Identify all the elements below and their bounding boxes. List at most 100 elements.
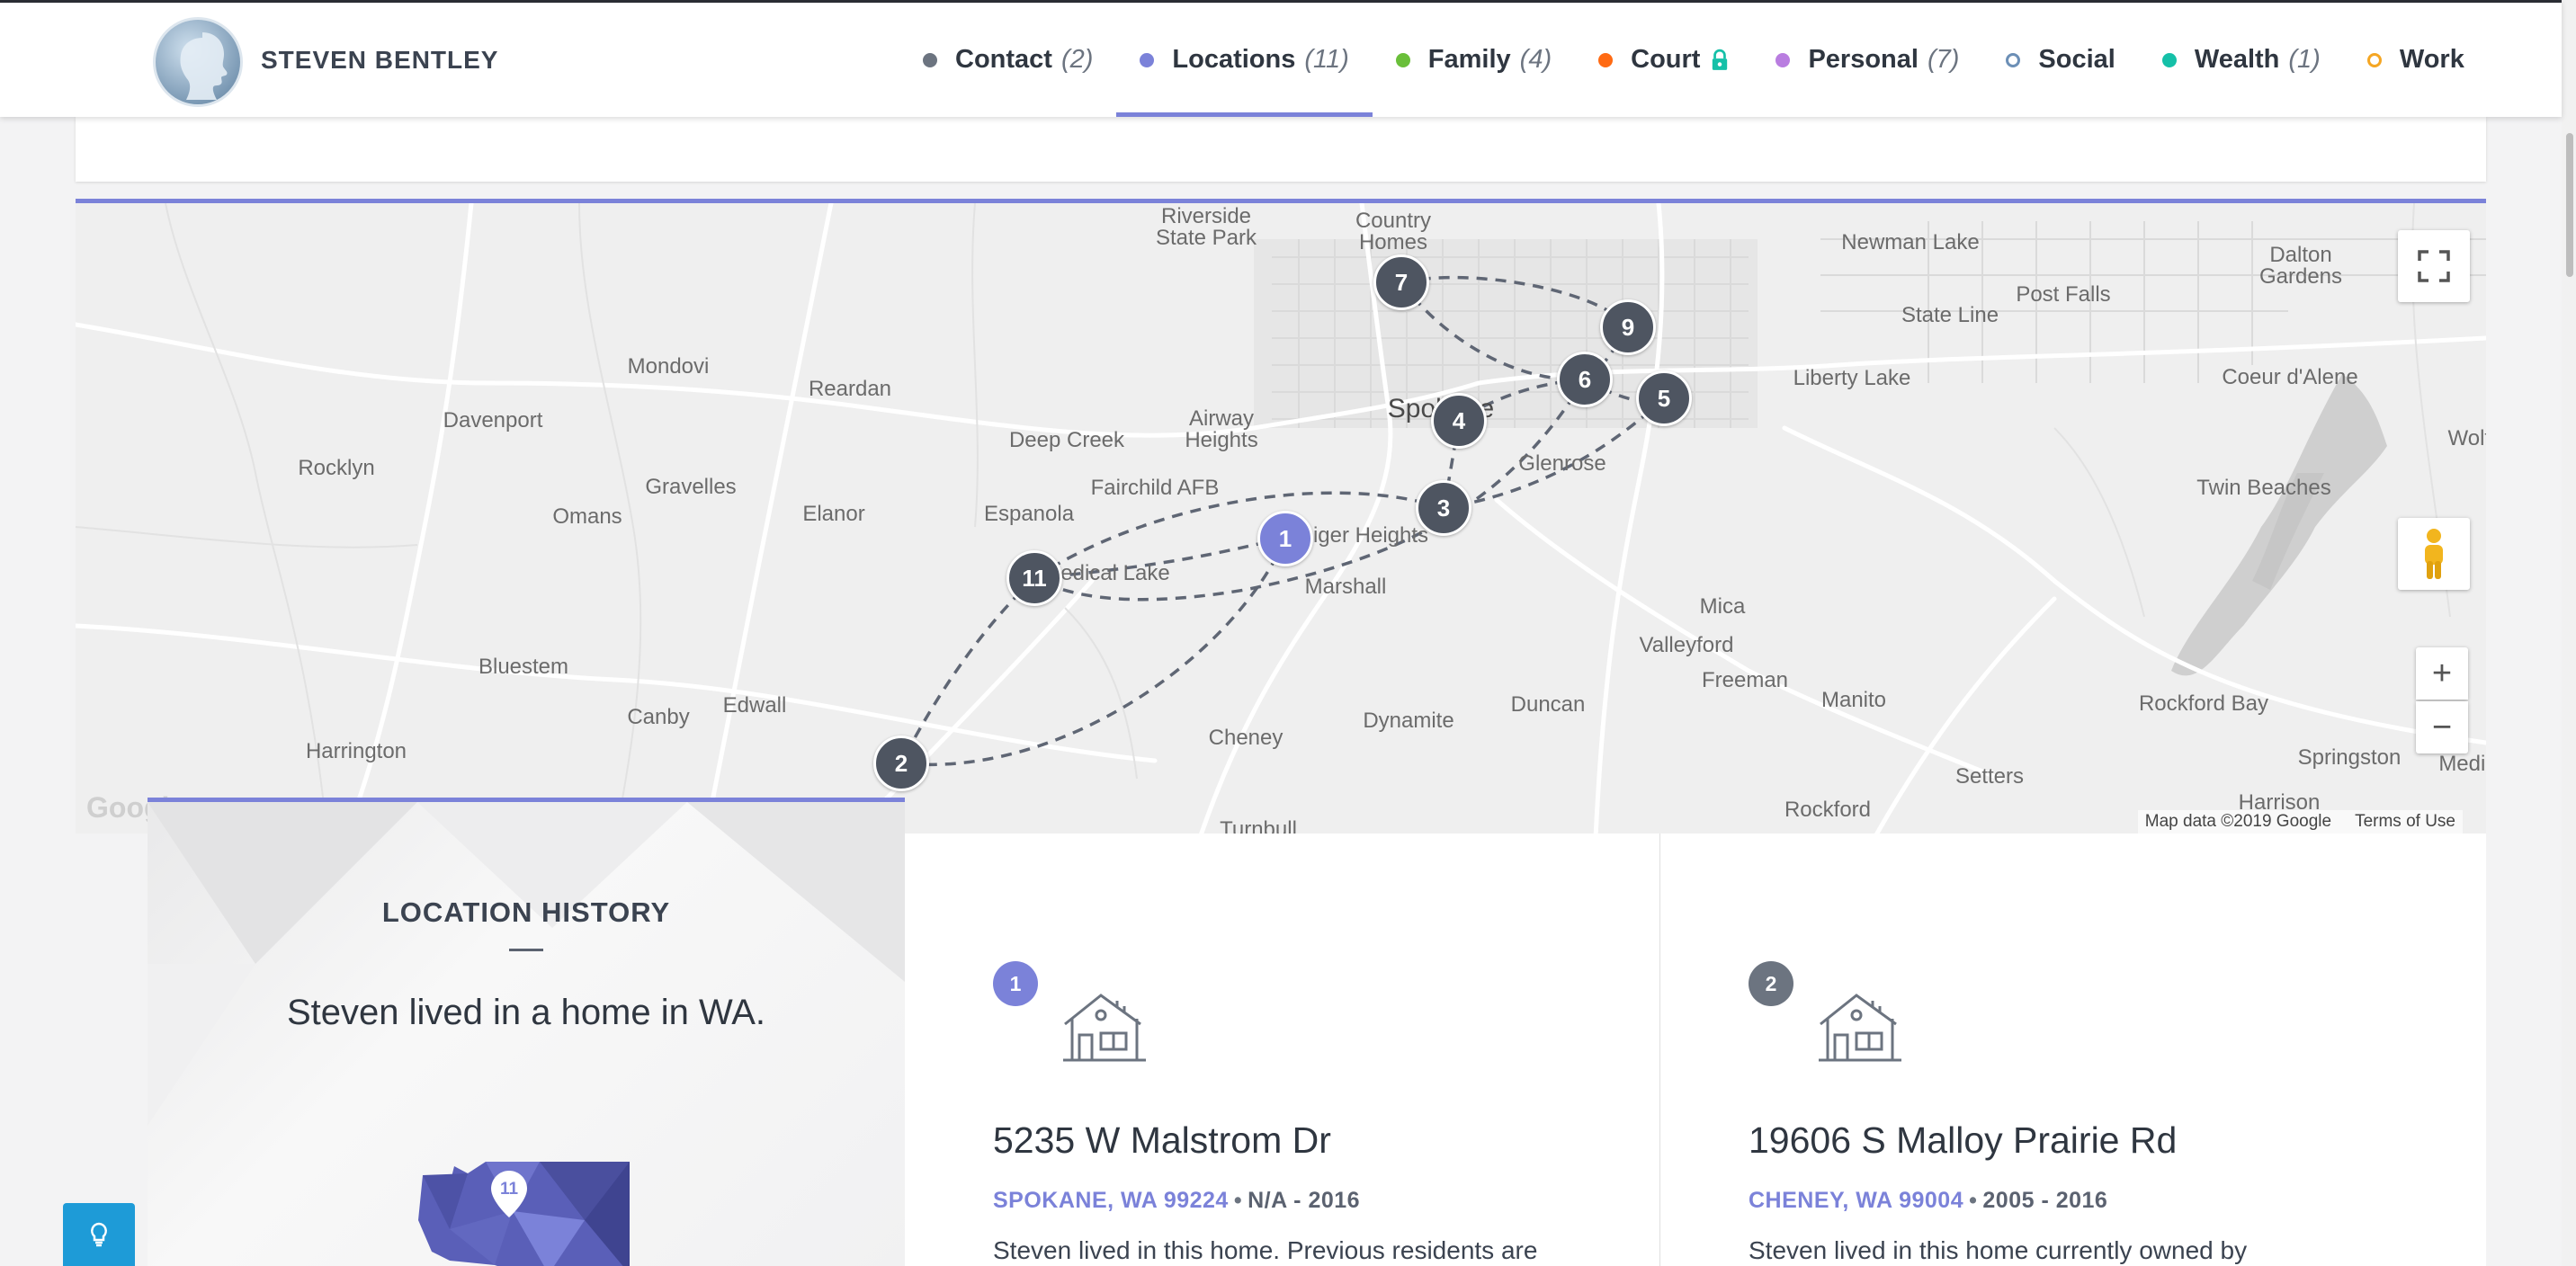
place-label: State Line (1901, 303, 1999, 327)
location-description: Steven lived in this home. Previous resi… (993, 1236, 1538, 1264)
place-label: Mondovi (627, 354, 710, 379)
location-years: 2005 - 2016 (1982, 1188, 2108, 1213)
location-marker-6[interactable]: 6 (1557, 352, 1613, 407)
location-city: SPOKANE, WA 99224 (993, 1188, 1229, 1213)
history-title: LOCATION HISTORY (381, 896, 671, 928)
top-header: STEVEN BENTLEY Contact (2) Locations (11) Fa… (0, 0, 2562, 117)
nav-tab-label: Court (1631, 45, 1701, 74)
location-map[interactable]: Riverside State Park Country Homes Newman … (76, 199, 2486, 834)
nav-tab-family[interactable]: Family (4) (1373, 3, 1575, 117)
place-label: Glenrose (1518, 451, 1606, 476)
nav-tab-label: Locations (1172, 45, 1296, 74)
place-label: Wolf Lodge (2447, 426, 2486, 450)
nav-tab-personal[interactable]: Personal (7) (1752, 3, 1982, 117)
nav-tab-court[interactable]: Court (1575, 3, 1752, 117)
nav-tab-locations[interactable]: Locations (11) (1116, 3, 1373, 117)
category-dot-icon (1775, 52, 1791, 67)
nav-tab-count: (7) (1927, 45, 1960, 74)
location-marker-9[interactable]: 9 (1600, 299, 1656, 355)
place-label: Bluestem (478, 655, 569, 679)
place-label: Rocklyn (298, 456, 375, 480)
zoom-out-button[interactable]: − (2416, 701, 2468, 753)
zoom-in-button[interactable]: + (2416, 647, 2468, 700)
location-marker-7[interactable]: 7 (1373, 254, 1429, 310)
nav-tab-count: (1) (2288, 45, 2321, 74)
location-card[interactable]: 1 5235 W Malstrom Dr SPOKANE, WA 99224 • N/A… (905, 834, 1660, 1266)
nav-tab-contact[interactable]: Contact (2) (899, 3, 1116, 117)
terms-of-use-link[interactable]: Terms of Use (2355, 812, 2455, 832)
place-label: Espanola (983, 502, 1075, 526)
location-marker-4[interactable]: 4 (1431, 393, 1487, 449)
place-label: Mica (1699, 594, 1746, 619)
place-label: Dynamite (1363, 709, 1454, 733)
title-divider (509, 949, 543, 951)
place-label: Marshall (1304, 575, 1387, 599)
location-card[interactable]: 2 19606 S Malloy Prairie Rd CHENEY, WA 990… (1660, 834, 2486, 1266)
place-label: Deep Creek (1008, 428, 1125, 452)
place-label: Newman Lake (1841, 230, 1980, 254)
nav-tab-label: Family (1427, 45, 1511, 74)
washington-state-map: 11 (418, 1162, 630, 1266)
place-label: Turnbull (1220, 817, 1297, 834)
category-dot-icon (2006, 52, 2021, 67)
location-years: N/A - 2016 (1248, 1188, 1361, 1213)
place-label: Airway Heights (1185, 406, 1258, 452)
page-scrollbar[interactable] (2562, 0, 2576, 1266)
history-summary: Steven lived in a home in WA. (286, 993, 766, 1032)
place-label: Setters (1954, 764, 2025, 789)
place-label: Reardan (808, 377, 892, 401)
scrollbar-thumb[interactable] (2566, 133, 2573, 277)
place-label: Harrington (305, 739, 407, 763)
meta-separator: • (1969, 1188, 1978, 1213)
house-icon-wrapper (1060, 988, 1149, 1068)
place-label: Freeman (1701, 668, 1789, 692)
location-meta: CHENEY, WA 99004 • 2005 - 2016 (1749, 1188, 2107, 1214)
nav-tab-count: (11) (1304, 45, 1349, 74)
person-name: STEVEN BENTLEY (261, 46, 499, 74)
avatar[interactable] (153, 17, 243, 107)
nav-tab-label: Social (2038, 45, 2115, 74)
location-marker-1[interactable]: 1 (1257, 511, 1313, 566)
nav-tab-social[interactable]: Social (1982, 3, 2138, 117)
nav-tab-label: Work (2399, 45, 2464, 74)
place-label: Elanor (802, 502, 865, 526)
category-dot-icon (1395, 52, 1410, 67)
place-label: Manito (1820, 688, 1887, 712)
house-icon-wrapper (1815, 988, 1905, 1068)
location-history-panel: LOCATION HISTORY Steven lived in a home … (148, 798, 905, 1266)
location-marker-2[interactable]: 2 (873, 736, 929, 791)
place-label: Davenport (443, 408, 543, 432)
place-label: Springston (2297, 745, 2402, 770)
help-button[interactable] (63, 1203, 135, 1266)
place-label: Twin Beaches (2196, 476, 2331, 500)
place-label: Duncan (1510, 692, 1586, 717)
location-marker-5[interactable]: 5 (1636, 370, 1692, 426)
location-marker-3[interactable]: 3 (1416, 480, 1471, 536)
category-dot-icon (2161, 52, 2177, 67)
nav-tab-work[interactable]: Work (2344, 3, 2488, 117)
map-data-credit: Map data ©2019 Google (2144, 812, 2332, 831)
lock-icon (1713, 49, 1728, 70)
house-icon (1063, 994, 1146, 1062)
place-label: Canby (627, 705, 690, 729)
map-attribution: Map data ©2019 Google Terms of Use (2137, 810, 2463, 834)
nav-tab-wealth[interactable]: Wealth (1) (2139, 3, 2344, 117)
location-marker-11[interactable]: 11 (1006, 550, 1062, 606)
place-label: Post Falls (2016, 282, 2111, 307)
category-dot-icon (1140, 52, 1155, 67)
place-label: Coeur d'Alene (2222, 365, 2358, 389)
place-label: Liberty Lake (1793, 366, 1911, 390)
section-nav: Contact (2) Locations (11) Family (4) Court Per… (899, 3, 2488, 117)
place-label: Country Homes (1355, 209, 1432, 254)
lightbulb-icon (91, 1222, 107, 1247)
nav-tab-count: (4) (1519, 45, 1552, 74)
location-number-badge: 1 (993, 961, 1038, 1006)
location-number-badge: 2 (1749, 961, 1793, 1006)
pegman-icon (2425, 529, 2443, 579)
fullscreen-button[interactable] (2398, 230, 2470, 302)
place-label: Valleyford (1639, 633, 1734, 657)
location-address[interactable]: 19606 S Malloy Prairie Rd (1749, 1119, 2177, 1162)
state-pin-count: 11 (500, 1180, 519, 1199)
street-view-button[interactable] (2398, 518, 2470, 590)
location-address[interactable]: 5235 W Malstrom Dr (993, 1119, 1331, 1162)
